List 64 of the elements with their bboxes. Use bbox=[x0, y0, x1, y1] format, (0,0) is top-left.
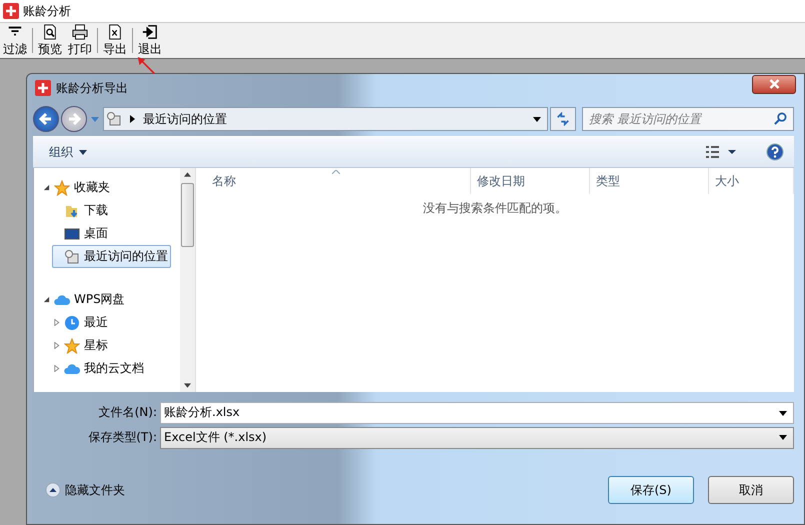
caret-icon bbox=[79, 150, 87, 155]
column-header[interactable]: 大小 bbox=[709, 168, 794, 194]
dialog-title: 账龄分析导出 bbox=[56, 80, 128, 96]
tree-item[interactable]: WPS网盘 bbox=[42, 288, 128, 311]
scroll-up-icon[interactable] bbox=[184, 172, 191, 177]
tree-item[interactable]: 星标 bbox=[52, 334, 111, 357]
dropdown-caret-icon bbox=[779, 435, 787, 440]
view-options-icon[interactable] bbox=[706, 146, 736, 158]
close-button[interactable] bbox=[752, 74, 796, 94]
desktop-icon bbox=[64, 226, 80, 242]
back-button[interactable] bbox=[33, 106, 59, 132]
collapse-up-icon bbox=[45, 482, 61, 498]
refresh-button[interactable] bbox=[550, 107, 576, 131]
field-label: 文件名(N): bbox=[98, 404, 157, 421]
column-header[interactable]: 名称 bbox=[196, 168, 471, 194]
file-name-field[interactable]: 账龄分析.xlsx bbox=[160, 402, 794, 424]
organize-menu[interactable]: 组织 bbox=[49, 144, 87, 160]
column-header[interactable]: 类型 bbox=[590, 168, 709, 194]
search-field[interactable]: 搜索 最近访问的位置 bbox=[582, 107, 794, 131]
toolbar-button[interactable]: 预览 bbox=[35, 23, 65, 58]
toolbar-button[interactable]: 过滤 bbox=[0, 23, 30, 58]
hide-folders-button[interactable]: 隐藏文件夹 bbox=[45, 482, 125, 498]
exit-icon bbox=[142, 24, 158, 40]
annotation-arrow bbox=[136, 57, 156, 75]
toolbar-button[interactable]: 导出 bbox=[100, 23, 130, 58]
forward-arrow-icon bbox=[66, 111, 82, 127]
star-icon bbox=[64, 338, 80, 354]
forward-button[interactable] bbox=[61, 106, 87, 132]
collapsed-arrow-icon[interactable] bbox=[53, 342, 60, 349]
clock-icon bbox=[64, 314, 80, 330]
file-type-dropdown[interactable]: Excel文件 (*.xlsx) bbox=[160, 426, 794, 448]
empty-message: 没有与搜索条件匹配的项。 bbox=[422, 200, 568, 217]
toolbar-button[interactable]: 打印 bbox=[65, 23, 95, 58]
scroll-thumb[interactable] bbox=[181, 183, 194, 247]
help-icon[interactable] bbox=[766, 143, 784, 161]
window-title: 账龄分析 bbox=[23, 2, 71, 20]
tree-item[interactable]: 我的云文档 bbox=[52, 357, 147, 380]
column-header[interactable]: 修改日期 bbox=[471, 168, 590, 194]
star-icon bbox=[54, 180, 70, 196]
close-icon bbox=[768, 79, 780, 89]
search-icon bbox=[774, 112, 787, 125]
dialog-button[interactable]: 保存(S) bbox=[608, 476, 694, 504]
tree-item[interactable]: 最近访问的位置 bbox=[52, 245, 171, 268]
breadcrumb-arrow-icon bbox=[130, 115, 135, 123]
expanded-arrow-icon[interactable] bbox=[43, 184, 50, 191]
tree-item[interactable]: 最近 bbox=[52, 311, 111, 334]
dialog-button[interactable]: 取消 bbox=[708, 476, 794, 504]
refresh-icon bbox=[556, 112, 570, 126]
toolbar-button[interactable]: 退出 bbox=[135, 23, 165, 58]
dropdown-caret-icon[interactable] bbox=[533, 116, 541, 122]
collapsed-arrow-icon[interactable] bbox=[53, 319, 60, 326]
collapsed-arrow-icon[interactable] bbox=[53, 365, 60, 372]
app-logo-icon bbox=[35, 80, 51, 96]
app-logo-icon bbox=[3, 3, 19, 19]
expanded-arrow-icon[interactable] bbox=[43, 296, 50, 303]
tree-item[interactable]: 下载 bbox=[52, 199, 111, 222]
field-label: 保存类型(T): bbox=[87, 429, 157, 446]
tree-item[interactable]: 桌面 bbox=[52, 222, 111, 245]
dropdown-caret-icon[interactable] bbox=[779, 410, 787, 416]
scrollbar[interactable] bbox=[180, 168, 195, 392]
scroll-down-icon[interactable] bbox=[184, 383, 191, 388]
tree-item[interactable]: 收藏夹 bbox=[42, 176, 113, 199]
back-arrow-icon bbox=[38, 111, 54, 127]
address-bar[interactable]: 最近访问的位置 bbox=[103, 107, 548, 131]
